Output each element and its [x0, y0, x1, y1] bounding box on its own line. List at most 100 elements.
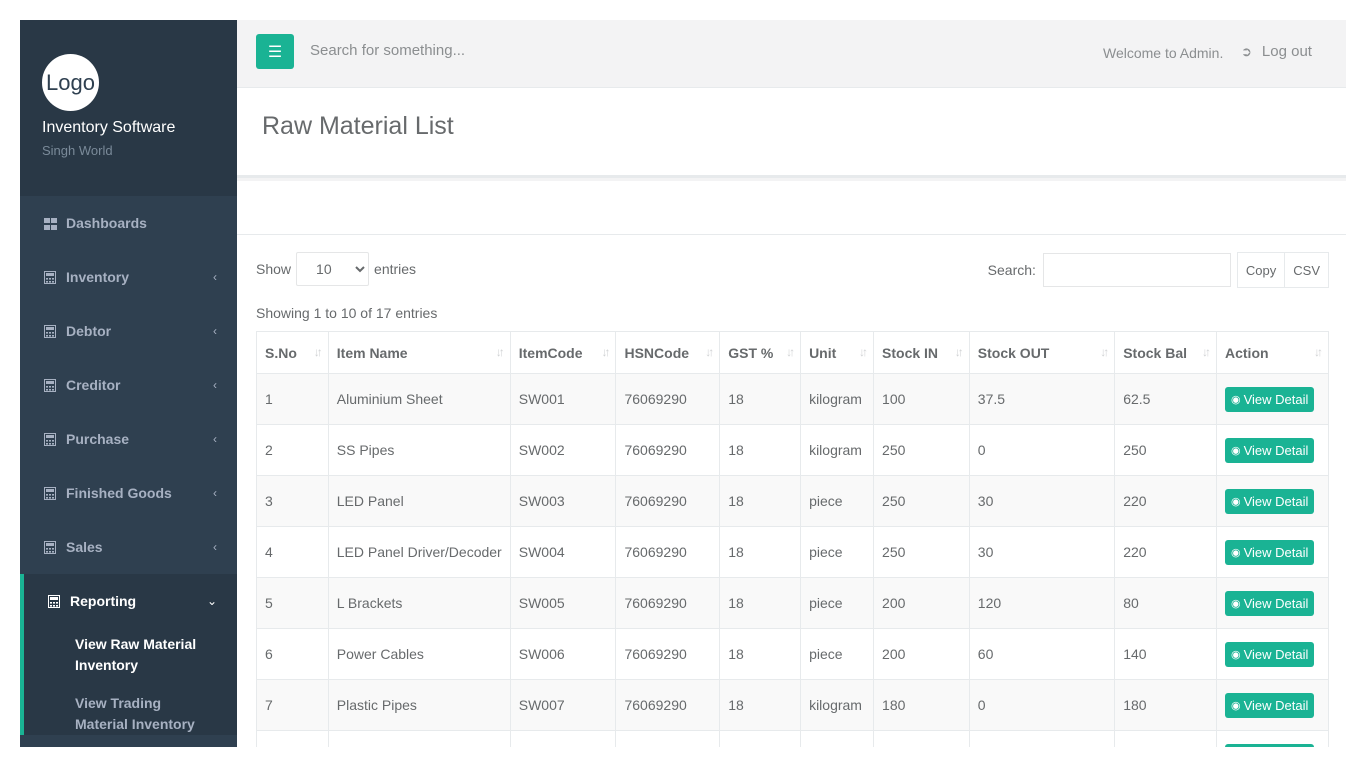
- table-cell-hsncode: 76069290: [615, 628, 721, 680]
- view-detail-button[interactable]: ◉View Detail: [1225, 743, 1315, 747]
- table-row: 4 LED Panel Driver/Decoder SW004 76069290 18…: [256, 526, 1329, 578]
- sidebar-item-dashboards[interactable]: Dashboards: [20, 196, 237, 250]
- table-cell-gst: 18: [719, 679, 802, 731]
- view-detail-label: View Detail: [1243, 595, 1309, 611]
- view-detail-button[interactable]: ◉View Detail: [1225, 641, 1315, 667]
- calculator-icon: [44, 433, 57, 446]
- column-header-action[interactable]: Action ↓↑: [1216, 331, 1329, 374]
- sidebar-item-finished-goods[interactable]: Finished Goods ‹: [20, 466, 237, 520]
- sidebar-item-creditor[interactable]: Creditor ‹: [20, 358, 237, 412]
- dashboard-grid-icon: [44, 217, 57, 230]
- table-body: 1 Aluminium Sheet SW001 76069290 18 kilogram 1…: [256, 373, 1329, 747]
- column-header-gst[interactable]: GST % ↓↑: [719, 331, 802, 374]
- table-cell-stock-out: 37.5: [968, 373, 1116, 425]
- sidebar-item-label: Finished Goods: [66, 485, 172, 501]
- global-search-input[interactable]: [310, 42, 730, 59]
- column-header-stock-in[interactable]: Stock IN ↓↑: [873, 331, 970, 374]
- column-header-unit[interactable]: Unit ↓↑: [800, 331, 875, 374]
- export-buttons: Copy CSV: [1236, 252, 1329, 288]
- table-cell-action: ◉View Detail: [1216, 424, 1329, 476]
- table-cell-s-no: 6: [256, 628, 329, 680]
- table-cell-s-no: [256, 730, 329, 747]
- table-cell-unit: piece: [800, 526, 875, 578]
- column-header-stock-bal[interactable]: Stock Bal ↓↑: [1114, 331, 1217, 374]
- eye-icon: ◉: [1231, 699, 1241, 712]
- view-detail-label: View Detail: [1243, 544, 1309, 560]
- view-detail-button[interactable]: ◉View Detail: [1225, 539, 1315, 565]
- table-cell-stock-out: 0: [968, 424, 1116, 476]
- table-cell-gst: 18: [719, 628, 802, 680]
- table-cell-unit: [800, 730, 875, 747]
- ibox-title: [237, 181, 1346, 235]
- table-cell-action: ◉View Detail: [1216, 526, 1329, 578]
- view-detail-button[interactable]: ◉View Detail: [1225, 590, 1315, 616]
- eye-icon: ◉: [1231, 597, 1241, 610]
- table-cell-item-name: LED Panel: [327, 475, 511, 527]
- column-header-label: Stock OUT: [977, 344, 1050, 361]
- table-cell-stock-in: 180: [873, 679, 970, 731]
- logout-link[interactable]: ➲ Log out: [1241, 43, 1312, 60]
- table-cell-unit: piece: [800, 577, 875, 629]
- view-detail-button[interactable]: ◉View Detail: [1225, 692, 1315, 718]
- column-header-label: GST %: [728, 344, 774, 361]
- company-name: Singh World: [42, 143, 113, 158]
- sidebar-item-purchase[interactable]: Purchase ‹: [20, 412, 237, 466]
- table-row: ◉View Detail: [256, 730, 1329, 747]
- column-header-label: Item Name: [336, 344, 408, 361]
- table-cell-gst: 18: [719, 526, 802, 578]
- copy-button[interactable]: Copy: [1236, 252, 1286, 288]
- view-detail-label: View Detail: [1243, 391, 1309, 407]
- sidebar-item-reporting[interactable]: Reporting ⌄: [20, 574, 237, 628]
- calculator-icon: [44, 487, 57, 500]
- table-cell-unit: piece: [800, 628, 875, 680]
- table-cell-stock-bal: 140: [1114, 628, 1217, 680]
- hamburger-icon: ☰: [267, 43, 283, 61]
- submenu-item-view-trading-material-inventory[interactable]: View Trading Material Inventory: [24, 693, 237, 735]
- column-header-hsncode[interactable]: HSNCode ↓↑: [615, 331, 721, 374]
- chevron-down-icon: ⌄: [206, 594, 217, 608]
- table-cell-s-no: 5: [256, 577, 329, 629]
- table-cell-itemcode: SW006: [509, 628, 617, 680]
- table-cell-stock-out: 120: [968, 577, 1116, 629]
- eye-icon: ◉: [1231, 495, 1241, 508]
- table-cell-s-no: 4: [256, 526, 329, 578]
- table-cell-stock-out: 60: [968, 628, 1116, 680]
- csv-button[interactable]: CSV: [1285, 252, 1329, 288]
- menu-toggle-button[interactable]: ☰: [256, 34, 294, 69]
- page-size-select[interactable]: 10: [296, 252, 370, 286]
- sidebar-item-label: Creditor: [66, 377, 121, 393]
- view-detail-button[interactable]: ◉View Detail: [1225, 437, 1315, 463]
- logo[interactable]: Logo: [42, 54, 99, 111]
- sidebar-item-debtor[interactable]: Debtor ‹: [20, 304, 237, 358]
- entries-label: entries: [374, 261, 417, 277]
- chevron-left-icon: ‹: [213, 432, 217, 446]
- table-cell-unit: piece: [800, 475, 875, 527]
- table-row: 3 LED Panel SW003 76069290 18 piece 250 30 220 ◉ V…: [256, 475, 1329, 527]
- column-header-s-no[interactable]: S.No ↓↑: [256, 331, 329, 374]
- submenu-item-view-raw-material-inventory[interactable]: View Raw Material Inventory: [24, 634, 237, 676]
- table-row: 2 SS Pipes SW002 76069290 18 kilogram 250 0 250 ◉…: [256, 424, 1329, 476]
- table-cell-itemcode: [509, 730, 617, 747]
- table-info: Showing 1 to 10 of 17 entries: [256, 305, 438, 321]
- sidebar-item-label: Debtor: [66, 323, 112, 339]
- sort-ascending-icon: ↓↑: [313, 345, 323, 359]
- calculator-icon: [48, 595, 61, 608]
- table-row: 7 Plastic Pipes SW007 76069290 18 kilogram 180…: [256, 679, 1329, 731]
- table-search-input[interactable]: [1042, 253, 1231, 287]
- column-header-itemcode[interactable]: ItemCode ↓↑: [509, 331, 617, 374]
- column-header-label: S.No: [265, 344, 297, 361]
- table-cell-stock-bal: 180: [1114, 679, 1217, 731]
- view-detail-button[interactable]: ◉View Detail: [1225, 386, 1315, 412]
- page-size-control: Show 10 entries: [256, 252, 416, 286]
- table-cell-stock-in: 250: [873, 424, 970, 476]
- sidebar-item-sales[interactable]: Sales ‹: [20, 520, 237, 574]
- view-detail-button[interactable]: ◉View Detail: [1225, 488, 1315, 514]
- sidebar-item-label: Inventory: [66, 269, 130, 285]
- table-cell-item-name: Aluminium Sheet: [327, 373, 511, 425]
- sidebar-item-inventory[interactable]: Inventory ‹: [20, 250, 237, 304]
- table-cell-unit: kilogram: [800, 679, 875, 731]
- column-header-item-name[interactable]: Item Name ↓↑: [327, 331, 511, 374]
- table-cell-item-name: Plastic Pipes: [327, 679, 511, 731]
- table-cell-stock-bal: 62.5: [1114, 373, 1217, 425]
- column-header-stock-out[interactable]: Stock OUT ↓↑: [968, 331, 1116, 374]
